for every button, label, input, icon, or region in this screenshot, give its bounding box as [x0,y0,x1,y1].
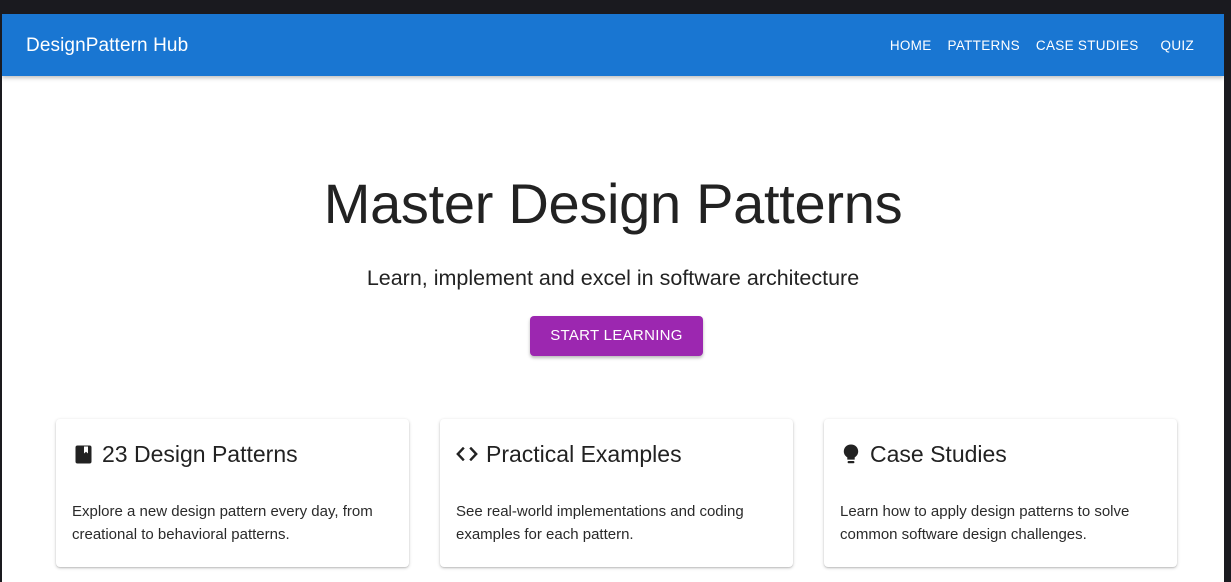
card-title: Case Studies [870,441,1007,467]
card-description: See real-world implementations and codin… [456,503,744,543]
nav-quiz[interactable]: QUIZ [1153,32,1202,60]
nav-patterns[interactable]: PATTERNS [940,32,1028,60]
start-learning-button[interactable]: START LEARNING [530,316,703,356]
hero-title: Master Design Patterns [323,172,903,235]
feature-card-case-studies: Case Studies Learn how to apply design p… [824,419,1177,567]
card-title: Practical Examples [486,441,682,467]
card-title: 23 Design Patterns [102,441,298,467]
feature-card-examples: Practical Examples See real-world implem… [440,419,793,567]
main-nav: HOME PATTERNS CASE STUDIES QUIZ [882,32,1202,60]
nav-home[interactable]: HOME [882,32,940,60]
hero-subtitle: Learn, implement and excel in software a… [366,266,860,290]
card-header: Case Studies [840,439,1007,469]
card-header: Practical Examples [456,439,682,469]
book-icon [72,443,94,465]
card-header: 23 Design Patterns [72,439,298,469]
brand-title[interactable]: DesignPattern Hub [26,34,188,58]
card-description: Learn how to apply design patterns to so… [840,503,1130,543]
lightbulb-icon [840,443,862,465]
nav-case-studies[interactable]: CASE STUDIES [1028,32,1147,60]
card-description: Explore a new design pattern every day, … [72,503,373,543]
code-icon [456,443,478,465]
app-window: DesignPattern Hub HOME PATTERNS CASE STU… [2,14,1224,582]
app-bar: DesignPattern Hub HOME PATTERNS CASE STU… [2,14,1224,76]
feature-card-patterns: 23 Design Patterns Explore a new design … [56,419,409,567]
